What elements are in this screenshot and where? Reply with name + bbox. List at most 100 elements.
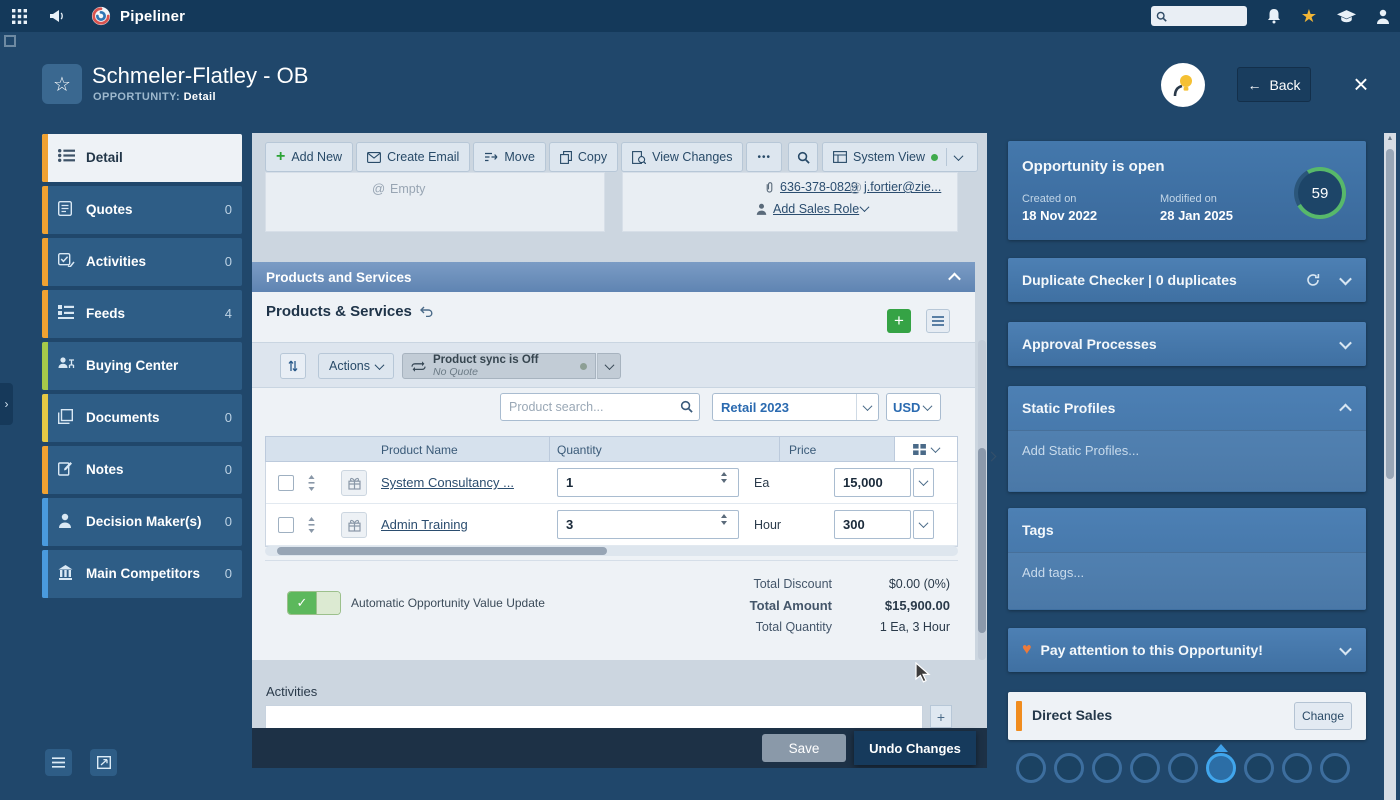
step-down-icon[interactable]: [721, 521, 727, 525]
quantity-stepper[interactable]: [721, 514, 727, 525]
global-search-input[interactable]: [1171, 10, 1239, 22]
notifications-bell-icon[interactable]: [1267, 8, 1281, 24]
static-profiles-placeholder[interactable]: Add Static Profiles...: [1022, 443, 1139, 458]
product-search-input[interactable]: [500, 393, 700, 421]
column-settings-button[interactable]: [895, 436, 958, 462]
empty-field-value[interactable]: Empty: [390, 182, 425, 196]
add-product-button[interactable]: +: [887, 309, 911, 333]
voyager-ai-button[interactable]: [1161, 63, 1205, 107]
scrollbar-thumb[interactable]: [277, 547, 607, 555]
sidebar-item-main-competitors[interactable]: Main Competitors 0: [42, 550, 242, 598]
tags-header[interactable]: Tags: [1008, 508, 1366, 552]
pipeline-step[interactable]: [1054, 753, 1084, 783]
pipeline-step[interactable]: [1092, 753, 1122, 783]
pipeline-step-current[interactable]: [1206, 753, 1236, 783]
products-section-header[interactable]: Products and Services: [252, 262, 975, 292]
pipeliner-logo[interactable]: Pipeliner: [91, 6, 185, 26]
step-up-icon[interactable]: [721, 472, 727, 476]
quantity-input[interactable]: [557, 468, 739, 497]
sidebar-item-notes[interactable]: Notes 0: [42, 446, 242, 494]
pipeline-step[interactable]: [1130, 753, 1160, 783]
column-quantity[interactable]: Quantity: [557, 443, 602, 457]
sidebar-item-buying-center[interactable]: Buying Center: [42, 342, 242, 390]
history-undo-icon[interactable]: [420, 306, 433, 317]
price-input[interactable]: [834, 510, 911, 539]
academy-cap-icon[interactable]: [1337, 10, 1356, 23]
attention-header[interactable]: ♥ Pay attention to this Opportunity!: [1008, 628, 1366, 672]
duplicate-checker-header[interactable]: Duplicate Checker | 0 duplicates: [1008, 258, 1366, 302]
undo-changes-button[interactable]: Undo Changes: [854, 731, 976, 765]
favorites-star-icon[interactable]: ★: [1301, 7, 1317, 25]
price-list-dropdown[interactable]: Retail 2023: [712, 393, 879, 421]
sidebar-item-activities[interactable]: Activities 0: [42, 238, 242, 286]
megaphone-icon[interactable]: [49, 9, 65, 23]
copy-button[interactable]: Copy: [549, 142, 618, 172]
row-options-button[interactable]: [913, 468, 934, 497]
column-product-name[interactable]: Product Name: [381, 443, 458, 457]
scroll-up-arrow-icon[interactable]: ▲: [1384, 135, 1396, 142]
drag-handle-icon[interactable]: [307, 517, 316, 533]
toolbar-search-button[interactable]: [788, 142, 818, 172]
email-link[interactable]: j.fortier@zie...: [864, 180, 941, 194]
row-checkbox[interactable]: [278, 475, 294, 491]
drag-handle-icon[interactable]: [307, 475, 316, 491]
row-options-button[interactable]: [913, 510, 934, 539]
quantity-input[interactable]: [557, 510, 739, 539]
quantity-stepper[interactable]: [721, 472, 727, 483]
collapse-right-panel-icon[interactable]: [988, 448, 995, 463]
price-input[interactable]: [834, 468, 911, 497]
sidebar-item-quotes[interactable]: Quotes 0: [42, 186, 242, 234]
product-list-button[interactable]: [926, 309, 950, 333]
view-changes-button[interactable]: View Changes: [621, 142, 743, 172]
add-activity-button[interactable]: +: [930, 705, 952, 728]
horizontal-scrollbar[interactable]: [265, 546, 958, 556]
close-button[interactable]: ×: [1343, 65, 1379, 103]
move-button[interactable]: Move: [473, 142, 546, 172]
bottom-layout-button[interactable]: [90, 749, 117, 776]
product-name-link[interactable]: Admin Training: [381, 517, 468, 532]
column-price[interactable]: Price: [789, 443, 816, 457]
add-sales-role-link[interactable]: Add Sales Role: [773, 202, 859, 216]
product-name-link[interactable]: System Consultancy ...: [381, 475, 514, 490]
apps-grid-icon[interactable]: [12, 9, 27, 24]
sidebar-item-decision-makers[interactable]: Decision Maker(s) 0: [42, 498, 242, 546]
pipeline-step[interactable]: [1320, 753, 1350, 783]
auto-update-toggle[interactable]: ✓: [287, 591, 341, 615]
change-sales-unit-button[interactable]: Change: [1294, 702, 1352, 730]
user-profile-icon[interactable]: [1376, 9, 1390, 24]
refresh-icon[interactable]: [1306, 273, 1320, 287]
reorder-button[interactable]: [280, 353, 306, 379]
row-checkbox[interactable]: [278, 517, 294, 533]
expand-panel-tab[interactable]: ›: [0, 383, 13, 425]
sidebar-item-detail[interactable]: Detail: [42, 134, 242, 182]
bottom-menu-button[interactable]: [45, 749, 72, 776]
back-button[interactable]: ← Back: [1237, 67, 1311, 102]
approval-processes-header[interactable]: Approval Processes: [1008, 322, 1366, 366]
opportunity-favorite-star[interactable]: ☆: [42, 64, 82, 104]
add-new-button[interactable]: + Add New: [265, 142, 353, 172]
scrollbar-thumb[interactable]: [978, 448, 986, 633]
sidebar-item-feeds[interactable]: Feeds 4: [42, 290, 242, 338]
step-up-icon[interactable]: [721, 514, 727, 518]
scrollbar-thumb[interactable]: [1386, 149, 1394, 479]
pipeline-step[interactable]: [1016, 753, 1046, 783]
product-sync-menu-button[interactable]: [597, 353, 621, 379]
phone-link[interactable]: 636-378-0829: [780, 180, 858, 194]
tags-placeholder[interactable]: Add tags...: [1022, 565, 1084, 580]
sidebar-item-documents[interactable]: Documents 0: [42, 394, 242, 442]
step-down-icon[interactable]: [721, 479, 727, 483]
pipeline-step[interactable]: [1244, 753, 1274, 783]
static-profiles-header[interactable]: Static Profiles: [1008, 386, 1366, 430]
search-icon[interactable]: [680, 400, 693, 413]
product-sync-button[interactable]: Product sync is Off No Quote: [402, 353, 596, 379]
global-search-box[interactable]: [1151, 6, 1247, 26]
currency-dropdown[interactable]: USD: [886, 393, 941, 421]
days-open-badge[interactable]: 59: [1294, 167, 1346, 219]
save-button[interactable]: Save: [762, 734, 846, 762]
actions-dropdown[interactable]: Actions: [318, 353, 394, 379]
more-actions-button[interactable]: •••: [746, 142, 782, 172]
pipeline-step[interactable]: [1168, 753, 1198, 783]
pipeline-step[interactable]: [1282, 753, 1312, 783]
system-view-dropdown[interactable]: System View: [822, 142, 978, 172]
create-email-button[interactable]: Create Email: [356, 142, 470, 172]
